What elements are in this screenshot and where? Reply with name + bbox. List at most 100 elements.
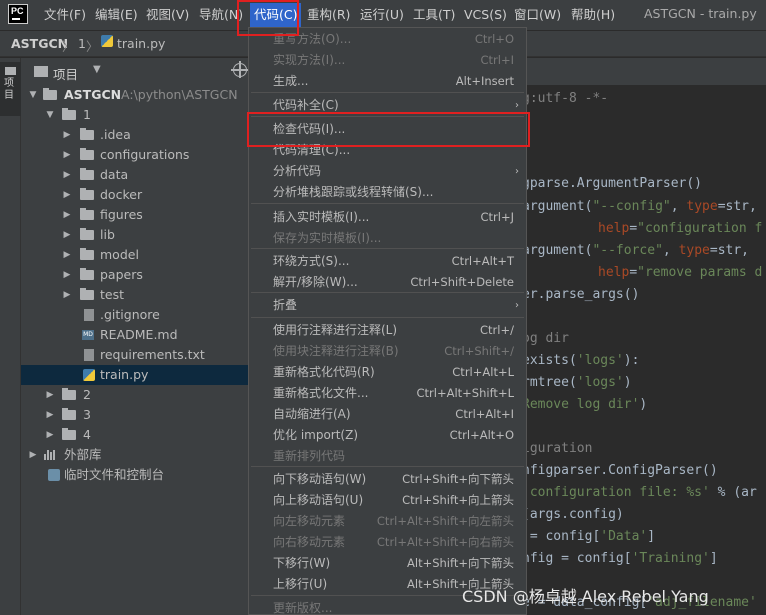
menu-item-label: 更新版权... bbox=[273, 601, 333, 615]
menu-edit[interactable]: 编辑(E) bbox=[95, 6, 138, 24]
collapsed-arrow-icon[interactable]: ▶ bbox=[62, 205, 72, 225]
tree-item-label: papers bbox=[100, 267, 143, 282]
tree-item-label: requirements.txt bbox=[100, 347, 205, 362]
tree-item-file[interactable]: .gitignore bbox=[21, 305, 248, 325]
code-line: iguration bbox=[522, 438, 592, 460]
code-menu-item[interactable]: 使用行注释进行注释(L) Ctrl+/ bbox=[249, 320, 526, 341]
code-menu-item[interactable]: 优化 import(Z) Ctrl+Alt+O bbox=[249, 425, 526, 446]
menu-tools[interactable]: 工具(T) bbox=[413, 6, 455, 24]
code-menu-item[interactable]: 解开/移除(W)... Ctrl+Shift+Delete bbox=[249, 272, 526, 293]
tree-item-folder[interactable]: ▶ model bbox=[21, 245, 248, 265]
tree-item-file[interactable]: MD README.md bbox=[21, 325, 248, 345]
code-menu-item[interactable]: 下移行(W) Alt+Shift+向下箭头 bbox=[249, 553, 526, 574]
tree-item-external-libraries[interactable]: ▶ 外部库 bbox=[21, 445, 248, 465]
code-menu-item[interactable]: 折叠 › bbox=[249, 295, 526, 316]
code-token: ) bbox=[623, 375, 632, 390]
collapsed-arrow-icon[interactable]: ▶ bbox=[62, 265, 72, 285]
code-menu-item[interactable]: 重新格式化文件... Ctrl+Alt+Shift+L bbox=[249, 383, 526, 404]
collapsed-arrow-icon[interactable]: ▶ bbox=[62, 185, 72, 205]
code-line: Remove log dir') bbox=[522, 394, 647, 416]
code-token: gparse.ArgumentParser() bbox=[522, 176, 703, 191]
code-token: 'Training' bbox=[631, 551, 710, 566]
menu-run[interactable]: 运行(U) bbox=[360, 6, 404, 24]
code-menu-item: 使用块注释进行注释(B) Ctrl+Shift+/ bbox=[249, 341, 526, 362]
tree-item-folder[interactable]: ▶ 4 bbox=[21, 425, 248, 445]
menu-vcs[interactable]: VCS(S) bbox=[464, 6, 507, 24]
tree-item-folder[interactable]: ▶ data bbox=[21, 165, 248, 185]
menu-item-label: 优化 import(Z) bbox=[273, 428, 359, 442]
tree-item-folder[interactable]: ▶ 2 bbox=[21, 385, 248, 405]
code-token: nfigparser.ConfigParser() bbox=[522, 463, 718, 478]
chevron-down-icon[interactable]: ▼ bbox=[93, 64, 101, 75]
tree-item-folder[interactable]: ▼ 1 bbox=[21, 105, 248, 125]
collapsed-arrow-icon[interactable]: ▶ bbox=[45, 405, 55, 425]
tree-item-file[interactable]: requirements.txt bbox=[21, 345, 248, 365]
code-menu-item[interactable]: 生成... Alt+Insert bbox=[249, 71, 526, 92]
breadcrumb-folder[interactable]: 1 bbox=[78, 36, 86, 51]
menu-view[interactable]: 视图(V) bbox=[146, 6, 189, 24]
menu-file[interactable]: 文件(F) bbox=[44, 6, 86, 24]
tree-item-file-selected[interactable]: train.py bbox=[21, 365, 248, 385]
tree-item-folder[interactable]: ▶ 3 bbox=[21, 405, 248, 425]
tree-item-scratches[interactable]: 临时文件和控制台 bbox=[21, 465, 248, 485]
code-token: argument( bbox=[522, 243, 593, 258]
code-token: "--force" bbox=[592, 243, 663, 258]
code-menu-item[interactable]: 分析代码 › bbox=[249, 161, 526, 182]
expanded-arrow-icon[interactable]: ▼ bbox=[45, 105, 55, 125]
collapsed-arrow-icon[interactable]: ▶ bbox=[62, 245, 72, 265]
expanded-arrow-icon[interactable]: ▼ bbox=[28, 85, 38, 105]
tree-item-folder[interactable]: ▶ test bbox=[21, 285, 248, 305]
breadcrumb-file[interactable]: train.py bbox=[117, 36, 165, 51]
tree-item-folder[interactable]: ▶ configurations bbox=[21, 145, 248, 165]
breadcrumb-project[interactable]: ASTGCN bbox=[11, 36, 68, 51]
code-token: og dir bbox=[522, 331, 569, 346]
code-menu-item[interactable]: 向上移动语句(U) Ctrl+Shift+向上箭头 bbox=[249, 490, 526, 511]
collapsed-arrow-icon[interactable]: ▶ bbox=[45, 385, 55, 405]
menu-item-label: 插入实时模板(I)... bbox=[273, 210, 370, 224]
collapsed-arrow-icon[interactable]: ▶ bbox=[62, 165, 72, 185]
code-line: og dir bbox=[522, 328, 569, 350]
code-token: help bbox=[598, 265, 630, 280]
code-menu-item[interactable]: 自动缩进行(A) Ctrl+Alt+I bbox=[249, 404, 526, 425]
code-token: = config[ bbox=[522, 529, 601, 544]
menu-window[interactable]: 窗口(W) bbox=[514, 6, 561, 24]
menu-help[interactable]: 帮助(H) bbox=[571, 6, 615, 24]
collapsed-arrow-icon[interactable]: ▶ bbox=[62, 225, 72, 245]
code-menu-item[interactable]: 重新格式化代码(R) Ctrl+Alt+L bbox=[249, 362, 526, 383]
text-file-icon bbox=[84, 309, 94, 321]
tree-item-folder[interactable]: ▶ papers bbox=[21, 265, 248, 285]
code-menu-item[interactable]: 向下移动语句(W) Ctrl+Shift+向下箭头 bbox=[249, 469, 526, 490]
collapsed-arrow-icon[interactable]: ▶ bbox=[62, 125, 72, 145]
tree-item-folder[interactable]: ▶ docker bbox=[21, 185, 248, 205]
highlight-box-inspect-code bbox=[247, 112, 530, 147]
tree-item-folder[interactable]: ▶ figures bbox=[21, 205, 248, 225]
collapsed-arrow-icon[interactable]: ▶ bbox=[62, 145, 72, 165]
menu-refactor[interactable]: 重构(R) bbox=[307, 6, 350, 24]
folder-icon bbox=[80, 188, 94, 200]
collapsed-arrow-icon[interactable]: ▶ bbox=[45, 425, 55, 445]
collapsed-arrow-icon[interactable]: ▶ bbox=[28, 445, 38, 465]
code-menu-item: 保存为实时模板(I)... bbox=[249, 228, 526, 249]
code-token: "configuration f bbox=[637, 221, 763, 236]
menu-item-label: 下移行(W) bbox=[273, 556, 331, 570]
code-token: help bbox=[598, 221, 630, 236]
menu-item-shortcut: Ctrl+O bbox=[474, 32, 514, 46]
project-panel-title[interactable]: 项目 bbox=[53, 64, 78, 83]
folder-icon bbox=[80, 148, 94, 160]
code-line: argument("--config", type=str, bbox=[522, 196, 757, 218]
code-menu-item[interactable]: 环绕方式(S)... Ctrl+Alt+T bbox=[249, 251, 526, 272]
code-menu-item[interactable]: 插入实时模板(I)... Ctrl+J bbox=[249, 207, 526, 228]
code-token: g:utf-8 -*- bbox=[522, 91, 609, 106]
tree-item-folder[interactable]: ▶ lib bbox=[21, 225, 248, 245]
menu-separator bbox=[251, 317, 524, 318]
menu-item-label: 生成... bbox=[273, 74, 309, 88]
code-menu-item[interactable]: 分析堆栈跟踪或线程转储(S)... bbox=[249, 182, 526, 203]
collapsed-arrow-icon[interactable]: ▶ bbox=[62, 285, 72, 305]
locate-target-icon[interactable] bbox=[231, 61, 248, 78]
project-tool-tab[interactable]: 项目 bbox=[0, 62, 21, 116]
tree-item-folder[interactable]: ▶ .idea bbox=[21, 125, 248, 145]
code-menu-item: 向左移动元素 Ctrl+Alt+Shift+向左箭头 bbox=[249, 511, 526, 532]
menu-bar: PC 文件(F) 编辑(E) 视图(V) 导航(N) 代码(C) 重构(R) 运… bbox=[0, 0, 766, 30]
menu-separator bbox=[251, 203, 524, 204]
tree-item-root[interactable]: ▼ ASTGCN A:\python\ASTGCN bbox=[21, 85, 248, 105]
